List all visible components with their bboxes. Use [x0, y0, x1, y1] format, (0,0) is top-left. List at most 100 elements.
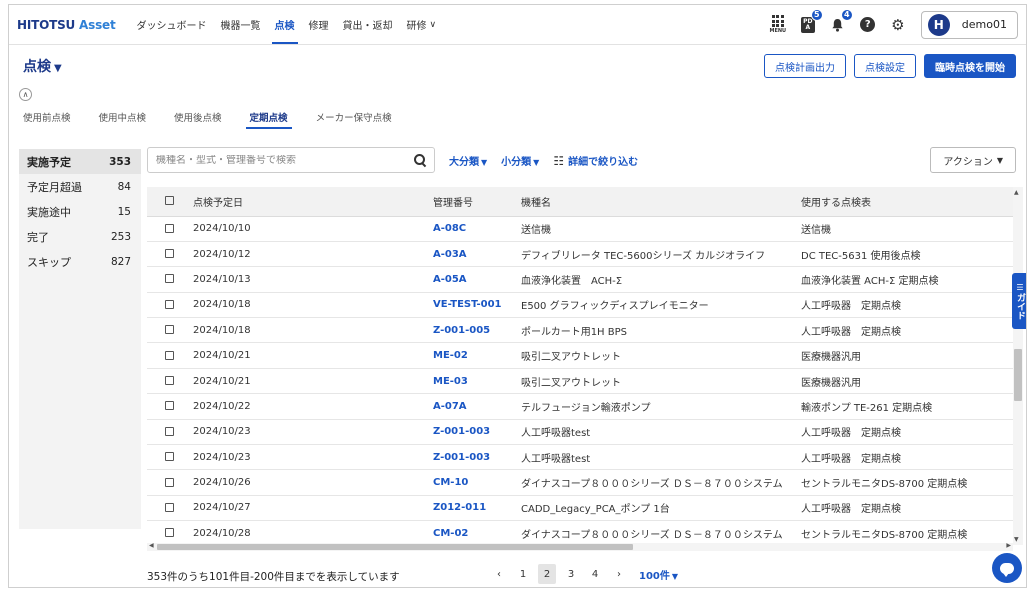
tab-post-use[interactable]: 使用後点検 — [160, 105, 236, 129]
cell-sheet: 医療機器汎用 — [801, 342, 1013, 369]
row-checkbox[interactable] — [165, 528, 174, 538]
pagination-summary: 353件のうち101件目-200件目までを表示しています — [147, 571, 400, 583]
help-button[interactable]: ? — [855, 12, 881, 38]
tab-pre-use[interactable]: 使用前点検 — [9, 105, 85, 129]
device-id-link[interactable]: A-05A — [433, 274, 467, 285]
row-checkbox[interactable] — [165, 299, 174, 309]
horizontal-scroll-thumb[interactable] — [157, 544, 633, 550]
table-row[interactable]: 2024/10/12 A-03A デフィブリレータ TEC-5600シリーズ カルジ… — [147, 241, 1013, 268]
device-id-link[interactable]: Z-001-003 — [433, 452, 490, 463]
device-id-link[interactable]: Z012-011 — [433, 502, 486, 513]
plan-output-button[interactable]: 点検計画出力 — [764, 54, 846, 78]
minor-category-filter[interactable]: 小分類 ▼ — [501, 153, 539, 168]
page-title[interactable]: 点検 ▼ — [23, 56, 62, 76]
table-row[interactable]: 2024/10/22 A-07A テルフュージョン輸液ポンプ 輸液ポンプ TE-261… — [147, 393, 1013, 420]
status-item-in-progress[interactable]: 実施途中 15 — [19, 199, 141, 224]
page-3[interactable]: 3 — [562, 564, 580, 584]
row-checkbox-cell — [147, 368, 193, 395]
status-item-complete[interactable]: 完了 253 — [19, 224, 141, 249]
column-header-id[interactable]: 管理番号 — [433, 187, 521, 217]
scroll-down-icon[interactable]: ▼ — [1014, 536, 1019, 543]
device-id-link[interactable]: Z-001-005 — [433, 325, 490, 336]
table-row[interactable]: 2024/10/21 ME-03 吸引二叉アウトレット 医療機器汎用 — [147, 368, 1013, 395]
row-checkbox[interactable] — [165, 477, 174, 487]
device-id-link[interactable]: A-08C — [433, 223, 466, 234]
pda-button[interactable]: PD A 5 — [795, 8, 823, 38]
status-item-overdue[interactable]: 予定月超過 84 — [19, 174, 141, 199]
nav-item-lending[interactable]: 貸出・返却 — [336, 5, 400, 44]
device-id-link[interactable]: ME-02 — [433, 350, 468, 361]
device-id-link[interactable]: CM-10 — [433, 477, 468, 488]
table-row[interactable]: 2024/10/21 ME-02 吸引二叉アウトレット 医療機器汎用 — [147, 342, 1013, 369]
nav-item-inspection[interactable]: 点検 — [268, 5, 302, 44]
row-checkbox[interactable] — [165, 325, 174, 335]
scroll-left-icon[interactable]: ◀ — [149, 542, 154, 549]
search-input[interactable] — [156, 154, 414, 166]
scroll-right-icon[interactable]: ▶ — [1006, 542, 1011, 549]
device-id-link[interactable]: Z-001-003 — [433, 426, 490, 437]
tab-periodic[interactable]: 定期点検 — [236, 105, 302, 129]
per-page-select[interactable]: 100件 ▼ — [639, 567, 678, 582]
nav-item-device-list[interactable]: 機器一覧 — [214, 5, 268, 44]
collapse-up-icon[interactable]: ∧ — [19, 88, 32, 101]
row-checkbox[interactable] — [165, 350, 174, 360]
tab-in-use[interactable]: 使用中点検 — [85, 105, 161, 129]
table-row[interactable]: 2024/10/18 Z-001-005 ポールカート用1H BPS 人工呼吸器 定期… — [147, 317, 1013, 344]
row-checkbox[interactable] — [165, 452, 174, 462]
row-checkbox[interactable] — [165, 249, 174, 259]
row-checkbox[interactable] — [165, 502, 174, 512]
device-id-link[interactable]: VE-TEST-001 — [433, 299, 501, 310]
device-id-link[interactable]: A-07A — [433, 401, 467, 412]
row-checkbox[interactable] — [165, 376, 174, 386]
table-row[interactable]: 2024/10/23 Z-001-003 人工呼吸器test 人工呼吸器 定期点検 — [147, 444, 1013, 471]
cell-date: 2024/10/26 — [193, 469, 433, 496]
guide-tab[interactable]: ☰ ガイド — [1012, 273, 1026, 329]
page-4[interactable]: 4 — [586, 564, 604, 584]
prev-page-button[interactable]: ‹ — [490, 564, 508, 584]
table-row[interactable]: 2024/10/23 Z-001-003 人工呼吸器test 人工呼吸器 定期点検 — [147, 419, 1013, 446]
table-row[interactable]: 2024/10/26 CM-10 ダイナスコープ８０００シリーズ ＤＳ－８７００シス… — [147, 469, 1013, 496]
vertical-scrollbar[interactable]: ▲ ▼ — [1013, 187, 1023, 545]
row-checkbox[interactable] — [165, 274, 174, 284]
major-category-filter[interactable]: 大分類 ▼ — [449, 153, 487, 168]
device-id-link[interactable]: CM-02 — [433, 528, 468, 539]
tab-maker-maintenance[interactable]: メーカー保守点検 — [302, 105, 406, 129]
chat-button[interactable] — [992, 553, 1022, 583]
row-checkbox-cell — [147, 393, 193, 420]
notification-button[interactable]: 4 — [825, 8, 853, 38]
settings-button[interactable]: ⚙ — [885, 12, 911, 38]
menu-button[interactable]: MENU — [765, 12, 791, 38]
detail-filter-button[interactable]: ☷ 詳細で絞り込む — [553, 153, 638, 168]
row-checkbox[interactable] — [165, 223, 174, 233]
nav-item-repair[interactable]: 修理 — [302, 5, 336, 44]
row-checkbox[interactable] — [165, 426, 174, 436]
nav-item-training[interactable]: 研修 ∨ — [400, 5, 444, 44]
next-page-button[interactable]: › — [610, 564, 628, 584]
table-row[interactable]: 2024/10/27 Z012-011 CADD_Legacy_PCA_ポンプ 1台… — [147, 495, 1013, 522]
page-2[interactable]: 2 — [538, 564, 556, 584]
nav-item-dashboard[interactable]: ダッシュボード — [130, 5, 214, 44]
table-row[interactable]: 2024/10/13 A-05A 血液浄化装置 ACH-Σ 血液浄化装置 ACH-Σ … — [147, 266, 1013, 293]
table-row[interactable]: 2024/10/28 CM-02 ダイナスコープ８０００シリーズ ＤＳ－８７００シス… — [147, 520, 1013, 545]
start-adhoc-inspection-button[interactable]: 臨時点検を開始 — [924, 54, 1016, 78]
status-item-scheduled[interactable]: 実施予定 353 — [19, 149, 141, 174]
table-row[interactable]: 2024/10/18 VE-TEST-001 E500 グラフィックディスプレイモニ… — [147, 292, 1013, 319]
status-item-skip[interactable]: スキップ 827 — [19, 249, 141, 274]
device-id-link[interactable]: ME-03 — [433, 376, 468, 387]
select-all-checkbox[interactable] — [165, 196, 174, 206]
column-header-date[interactable]: 点検予定日 — [193, 187, 433, 217]
action-button[interactable]: アクション ▼ — [930, 147, 1016, 173]
device-id-link[interactable]: A-03A — [433, 249, 467, 260]
column-header-sheet[interactable]: 使用する点検表 — [801, 187, 1013, 217]
table-row[interactable]: 2024/10/10 A-08C 送信機 送信機 — [147, 216, 1013, 242]
row-checkbox[interactable] — [165, 401, 174, 411]
user-menu[interactable]: H demo01 — [920, 10, 1018, 39]
app-logo[interactable]: HITOTSU Asset — [17, 18, 116, 32]
column-header-model[interactable]: 機種名 — [521, 187, 801, 217]
search-icon[interactable] — [414, 154, 426, 166]
inspection-settings-button[interactable]: 点検設定 — [854, 54, 916, 78]
scroll-up-icon[interactable]: ▲ — [1014, 189, 1019, 196]
page-1[interactable]: 1 — [514, 564, 532, 584]
vertical-scroll-thumb[interactable] — [1014, 349, 1022, 401]
horizontal-scrollbar[interactable]: ◀ ▶ — [147, 542, 1013, 551]
